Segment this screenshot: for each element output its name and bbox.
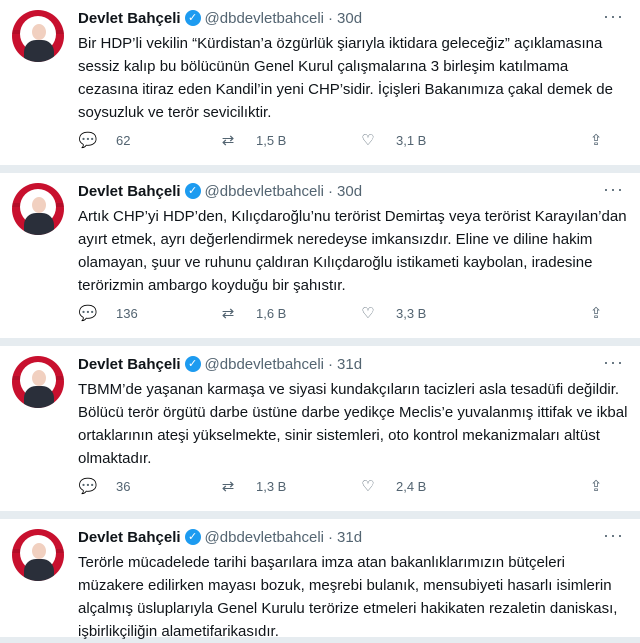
retweet-icon: ⇄ bbox=[221, 305, 235, 322]
retweet-button[interactable]: ⇄ 1,6 B bbox=[218, 304, 358, 322]
tweet-feed: Devlet Bahçeli ✓ @dbdevletbahceli · 30d … bbox=[0, 0, 640, 640]
retweet-count: 1,3 B bbox=[256, 478, 287, 494]
separator-dot: · bbox=[328, 355, 334, 373]
tweet-actions: 💬 62 ⇄ 1,5 B ♡ 3,1 B ⇪ bbox=[78, 130, 624, 150]
reply-button[interactable]: 💬 136 bbox=[78, 304, 218, 322]
avatar[interactable] bbox=[12, 183, 64, 235]
tweet[interactable]: Devlet Bahçeli ✓ @dbdevletbahceli · 30d … bbox=[0, 173, 640, 338]
reply-button[interactable]: 💬 36 bbox=[78, 477, 218, 495]
verified-badge-icon: ✓ bbox=[184, 356, 201, 372]
verified-badge-icon: ✓ bbox=[184, 183, 201, 199]
tweet[interactable]: Devlet Bahçeli ✓ @dbdevletbahceli · 31d … bbox=[0, 346, 640, 511]
tweet-time[interactable]: 30d bbox=[337, 10, 362, 27]
tweet-time[interactable]: 31d bbox=[337, 529, 362, 546]
more-icon[interactable]: ··· bbox=[603, 6, 624, 27]
like-button[interactable]: ♡ 3,3 B bbox=[358, 304, 498, 322]
reply-icon: 💬 bbox=[78, 478, 98, 495]
tweet[interactable]: Devlet Bahçeli ✓ @dbdevletbahceli · 31d … bbox=[0, 519, 640, 640]
verified-badge-icon: ✓ bbox=[184, 10, 201, 26]
reply-count: 36 bbox=[116, 478, 131, 494]
reply-icon: 💬 bbox=[78, 132, 98, 149]
more-icon[interactable]: ··· bbox=[603, 525, 624, 546]
reply-count: 62 bbox=[116, 132, 131, 148]
tweet-header: Devlet Bahçeli ✓ @dbdevletbahceli · 31d bbox=[78, 354, 600, 374]
tweet-time[interactable]: 30d bbox=[337, 183, 362, 200]
author-name[interactable]: Devlet Bahçeli bbox=[78, 529, 181, 546]
share-button[interactable]: ⇪ bbox=[586, 304, 624, 322]
reply-icon: 💬 bbox=[78, 305, 98, 322]
tweet[interactable]: Devlet Bahçeli ✓ @dbdevletbahceli · 30d … bbox=[0, 0, 640, 165]
like-count: 3,3 B bbox=[396, 305, 427, 321]
share-button[interactable]: ⇪ bbox=[586, 477, 624, 495]
avatar[interactable] bbox=[12, 356, 64, 408]
tweet-header: Devlet Bahçeli ✓ @dbdevletbahceli · 30d bbox=[78, 181, 600, 201]
author-name[interactable]: Devlet Bahçeli bbox=[78, 356, 181, 373]
separator-dot: · bbox=[328, 528, 334, 546]
reply-count: 136 bbox=[116, 305, 138, 321]
author-handle[interactable]: @dbdevletbahceli bbox=[205, 10, 324, 27]
like-icon: ♡ bbox=[361, 305, 375, 322]
verified-badge-icon: ✓ bbox=[184, 529, 201, 545]
tweet-header: Devlet Bahçeli ✓ @dbdevletbahceli · 30d bbox=[78, 8, 600, 28]
tweet-text: Artık CHP’yi HDP’den, Kılıçdaroğlu’nu te… bbox=[78, 208, 627, 294]
retweet-button[interactable]: ⇄ 1,5 B bbox=[218, 131, 358, 149]
like-icon: ♡ bbox=[361, 478, 375, 495]
like-count: 2,4 B bbox=[396, 478, 427, 494]
tweet-time[interactable]: 31d bbox=[337, 356, 362, 373]
share-button[interactable]: ⇪ bbox=[586, 131, 624, 149]
share-icon: ⇪ bbox=[589, 132, 603, 149]
avatar[interactable] bbox=[12, 529, 64, 581]
like-count: 3,1 B bbox=[396, 132, 427, 148]
author-handle[interactable]: @dbdevletbahceli bbox=[205, 183, 324, 200]
retweet-button[interactable]: ⇄ 1,3 B bbox=[218, 477, 358, 495]
tweet-actions: 💬 136 ⇄ 1,6 B ♡ 3,3 B ⇪ bbox=[78, 303, 624, 323]
more-icon[interactable]: ··· bbox=[603, 179, 624, 200]
tweet-actions: 💬 36 ⇄ 1,3 B ♡ 2,4 B ⇪ bbox=[78, 476, 624, 496]
tweet-text: Bir HDP’li vekilin “Kürdistan’a özgürlük… bbox=[78, 35, 613, 121]
share-icon: ⇪ bbox=[589, 478, 603, 495]
tweet-header: Devlet Bahçeli ✓ @dbdevletbahceli · 31d bbox=[78, 527, 600, 547]
author-handle[interactable]: @dbdevletbahceli bbox=[205, 356, 324, 373]
author-name[interactable]: Devlet Bahçeli bbox=[78, 183, 181, 200]
separator-dot: · bbox=[328, 9, 334, 27]
avatar[interactable] bbox=[12, 10, 64, 62]
tweet-text: Terörle mücadelede tarihi başarılara imz… bbox=[78, 554, 618, 640]
retweet-count: 1,5 B bbox=[256, 132, 287, 148]
separator-dot: · bbox=[328, 182, 334, 200]
retweet-icon: ⇄ bbox=[221, 132, 235, 149]
share-icon: ⇪ bbox=[589, 305, 603, 322]
retweet-count: 1,6 B bbox=[256, 305, 287, 321]
like-button[interactable]: ♡ 3,1 B bbox=[358, 131, 498, 149]
retweet-icon: ⇄ bbox=[221, 478, 235, 495]
like-button[interactable]: ♡ 2,4 B bbox=[358, 477, 498, 495]
like-icon: ♡ bbox=[361, 132, 375, 149]
more-icon[interactable]: ··· bbox=[603, 352, 624, 373]
author-handle[interactable]: @dbdevletbahceli bbox=[205, 529, 324, 546]
author-name[interactable]: Devlet Bahçeli bbox=[78, 10, 181, 27]
tweet-text: TBMM’de yaşanan karmaşa ve siyasi kundak… bbox=[78, 381, 628, 467]
reply-button[interactable]: 💬 62 bbox=[78, 131, 218, 149]
